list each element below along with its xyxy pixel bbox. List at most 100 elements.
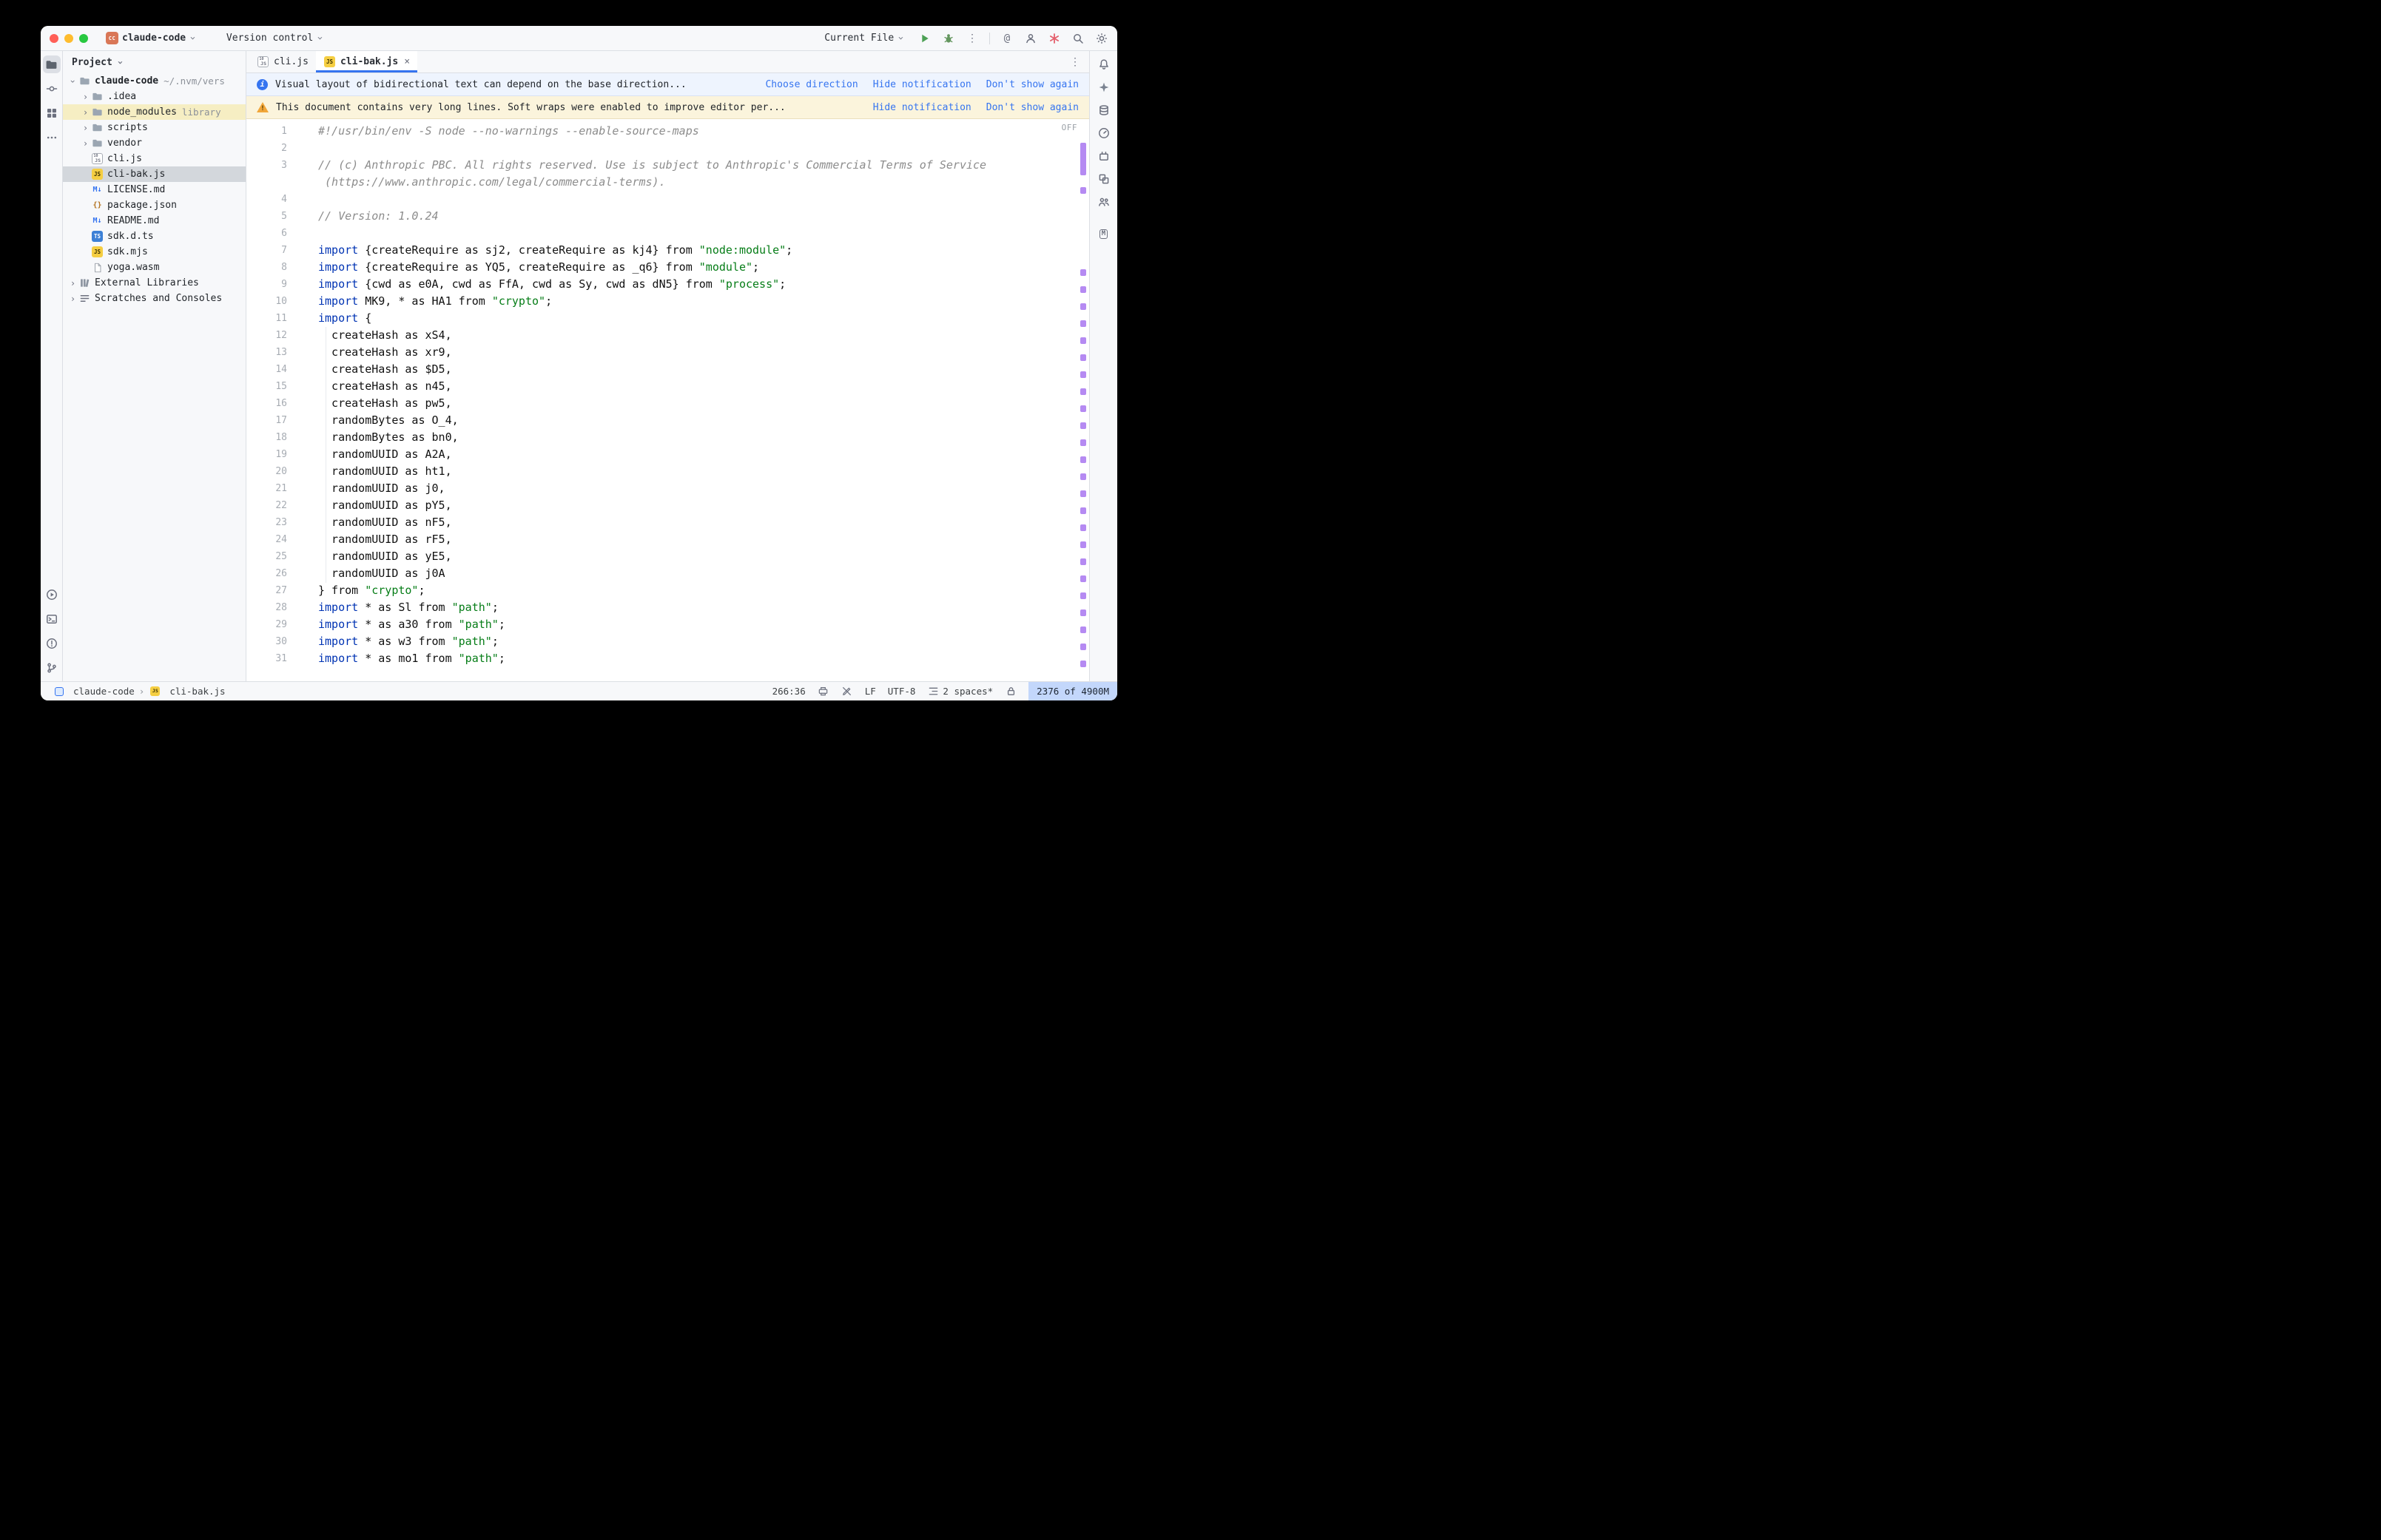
banner-action-don-t-show-again[interactable]: Don't show again [986,102,1079,113]
tab-options-icon[interactable]: ⋮ [1061,51,1089,72]
tree-item-scripts[interactable]: ›scripts [63,120,246,135]
line-number[interactable]: 11 [246,310,297,327]
line-number[interactable]: 13 [246,344,297,361]
line-separator-widget[interactable]: LF [865,686,876,697]
code-line[interactable]: 8import {createRequire as YQ5, createReq… [246,259,1089,276]
readonly-icon[interactable] [841,686,853,698]
tree-item-yoga-wasm[interactable]: yoga.wasm [63,260,246,275]
lock-icon[interactable] [1005,686,1017,698]
line-number[interactable]: 23 [246,514,297,531]
tree-item-external-libraries[interactable]: ›External Libraries [63,275,246,291]
tree-item-cli-bak-js[interactable]: JScli-bak.js [63,166,246,182]
database-icon[interactable] [1095,101,1113,119]
line-number[interactable]: 28 [246,599,297,616]
change-marker[interactable] [1080,354,1086,361]
line-number[interactable]: 19 [246,446,297,463]
line-number[interactable]: 22 [246,497,297,514]
plugins-icon[interactable] [1095,147,1113,165]
caret-position[interactable]: 266:36 [772,686,806,697]
collaboration-icon[interactable] [1095,193,1113,211]
chevron-right-icon[interactable]: › [80,124,91,132]
code-line[interactable]: 13 createHash as xr9, [246,344,1089,361]
chevron-right-icon[interactable]: › [80,139,91,148]
line-number[interactable]: 15 [246,378,297,395]
line-number[interactable] [246,174,297,191]
tab-cli-bak-js[interactable]: JScli-bak.js× [316,51,417,72]
profile-icon[interactable] [1024,32,1037,45]
notifications-icon[interactable] [1095,55,1113,73]
chevron-right-icon[interactable]: › [80,92,91,101]
breadcrumb-file[interactable]: cli-bak.js [169,686,225,697]
chevron-right-icon[interactable]: › [80,108,91,117]
chevron-right-icon[interactable]: › [67,279,78,288]
project-widget[interactable]: CC claude-code › [101,30,200,47]
project-panel-header[interactable]: Project › [63,51,246,73]
code-line[interactable]: 1#!/usr/bin/env -S node --no-warnings --… [246,123,1089,140]
more-tool-windows-icon[interactable] [43,129,61,146]
code-line[interactable]: 31import * as mo1 from "path"; [246,650,1089,667]
line-number[interactable]: 1 [246,123,297,140]
settings-icon[interactable] [1095,32,1108,45]
code-line[interactable]: 12 createHash as xS4, [246,327,1089,344]
change-marker[interactable] [1080,490,1086,497]
chevron-right-icon[interactable]: › [67,294,78,303]
tree-item-license-md[interactable]: M↓LICENSE.md [63,182,246,197]
line-number[interactable]: 29 [246,616,297,633]
change-marker[interactable] [1080,524,1086,531]
line-number[interactable]: 21 [246,480,297,497]
encoding-widget[interactable]: UTF-8 [888,686,916,697]
code-line[interactable]: 19 randomUUID as A2A, [246,446,1089,463]
change-marker[interactable] [1080,422,1086,429]
line-number[interactable]: 17 [246,412,297,429]
line-number[interactable]: 14 [246,361,297,378]
code-line[interactable]: 5// Version: 1.0.24 [246,208,1089,225]
change-marker[interactable] [1080,456,1086,463]
code-line[interactable]: 11import { [246,310,1089,327]
line-number[interactable]: 18 [246,429,297,446]
code-line[interactable]: 18 randomBytes as bn0, [246,429,1089,446]
change-marker[interactable] [1080,405,1086,412]
change-marker[interactable] [1080,644,1086,650]
ai-assistant-icon[interactable] [1095,78,1113,96]
line-number[interactable]: 26 [246,565,297,582]
printer-icon[interactable] [818,686,829,698]
line-number[interactable]: 9 [246,276,297,293]
code-line[interactable]: 24 randomUUID as rF5, [246,531,1089,548]
line-number[interactable]: 5 [246,208,297,225]
code-line[interactable]: 14 createHash as $D5, [246,361,1089,378]
change-marker[interactable] [1080,286,1086,293]
change-marker[interactable] [1080,269,1086,276]
breadcrumb-project[interactable]: claude-code [73,686,135,697]
change-marker[interactable] [1080,541,1086,548]
change-marker[interactable] [1080,320,1086,327]
code-line[interactable]: 6 [246,225,1089,242]
change-marker[interactable] [1080,388,1086,395]
line-number[interactable]: 6 [246,225,297,242]
code-line[interactable]: 15 createHash as n45, [246,378,1089,395]
close-window-button[interactable] [50,34,58,43]
change-marker[interactable] [1080,592,1086,599]
ai-burst-icon[interactable] [1048,32,1061,45]
vcs-widget[interactable]: Version control › [222,30,327,46]
code-line[interactable]: 25 randomUUID as yE5, [246,548,1089,565]
tree-item-claude-code[interactable]: ›claude-code~/.nvm/vers [63,73,246,89]
run-configuration-widget[interactable]: Current File › [820,30,908,46]
code-line[interactable]: 20 randomUUID as ht1, [246,463,1089,480]
line-number[interactable]: 4 [246,191,297,208]
code-line[interactable]: 26 randomUUID as j0A [246,565,1089,582]
line-number[interactable]: 25 [246,548,297,565]
project-tool-icon[interactable] [43,55,61,73]
terminal-tool-icon[interactable] [43,610,61,628]
code-line[interactable]: 3// (c) Anthropic PBC. All rights reserv… [246,157,1089,174]
change-marker[interactable] [1080,507,1086,514]
change-marker[interactable] [1080,609,1086,616]
line-number[interactable]: 16 [246,395,297,412]
tree-item-package-json[interactable]: {}package.json [63,197,246,213]
version-control-tool-icon[interactable] [43,659,61,677]
tree-item-node-modules[interactable]: ›node_moduleslibrary [63,104,246,120]
code-line[interactable]: 21 randomUUID as j0, [246,480,1089,497]
banner-action-don-t-show-again[interactable]: Don't show again [986,79,1079,90]
code-line[interactable]: 10import MK9, * as HA1 from "crypto"; [246,293,1089,310]
code-line[interactable]: 16 createHash as pw5, [246,395,1089,412]
maven-icon[interactable]: M [1095,225,1113,243]
